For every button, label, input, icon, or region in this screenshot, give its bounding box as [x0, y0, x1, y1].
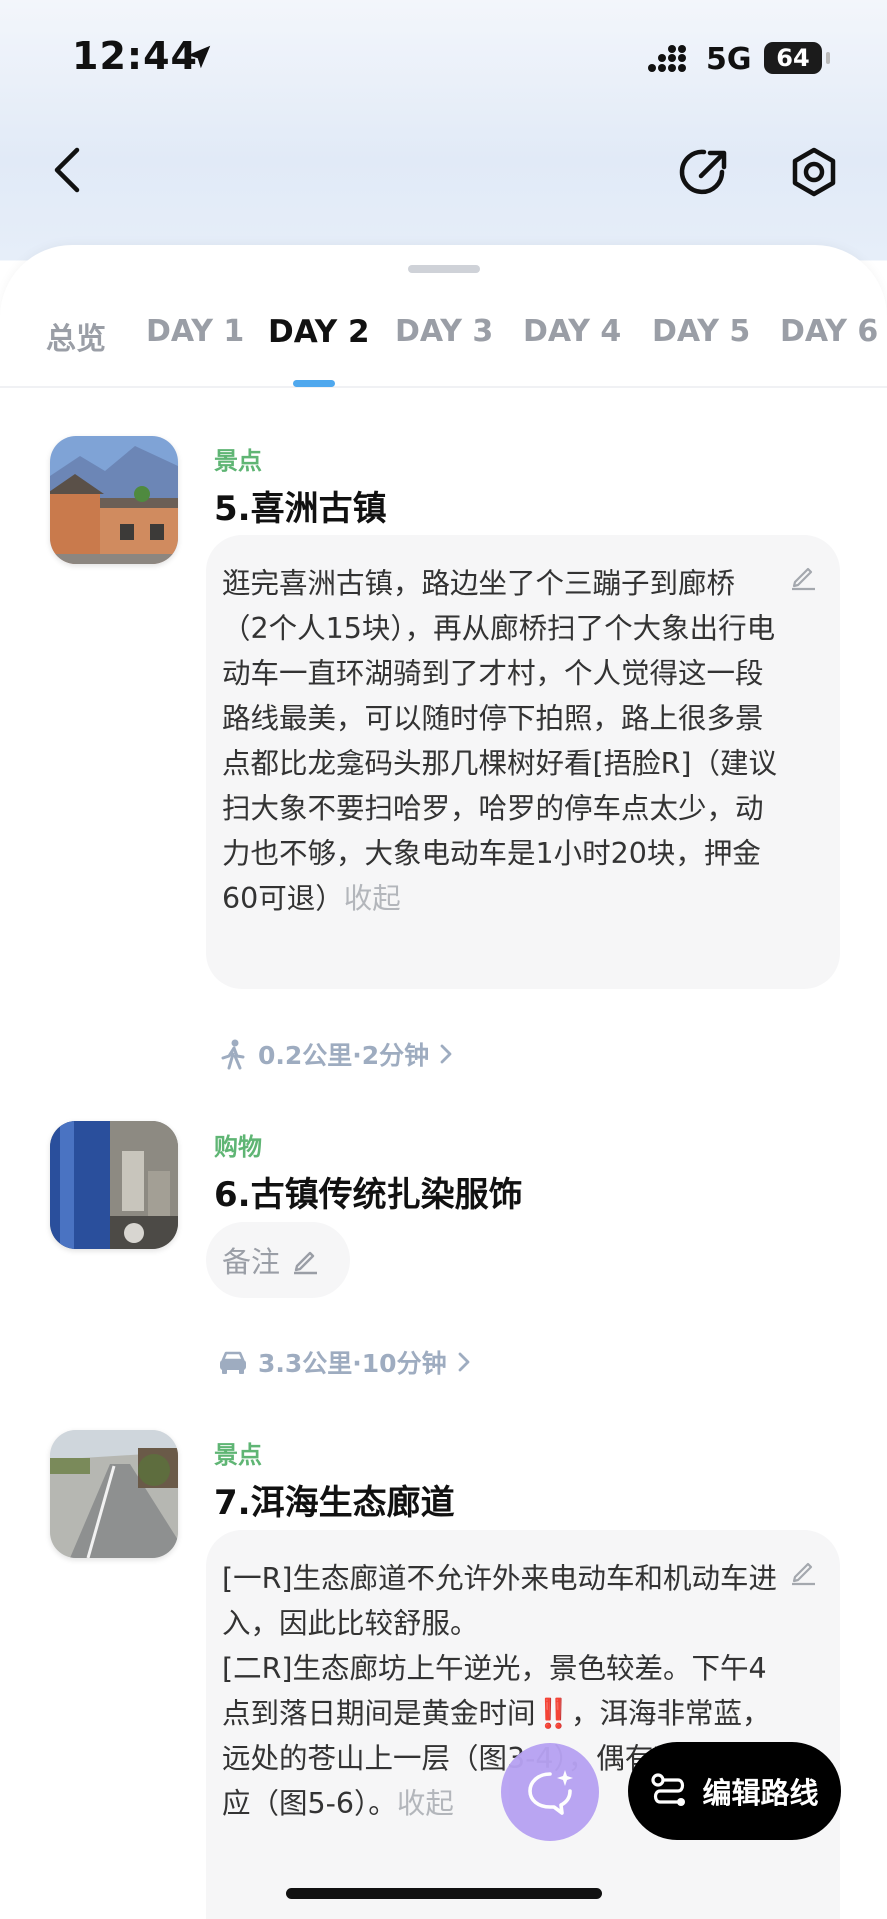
- remark-button[interactable]: 备注: [206, 1222, 350, 1298]
- pencil-icon[interactable]: [788, 561, 818, 591]
- travel-segment[interactable]: 0.2公里·2分钟: [218, 1036, 453, 1072]
- tab-overview[interactable]: 总览: [46, 314, 106, 358]
- remark-label: 备注: [222, 1245, 281, 1279]
- poi-photo-corridor: [50, 1430, 178, 1558]
- network-type: 5G: [706, 42, 752, 77]
- tab-day-2[interactable]: DAY 2: [268, 314, 370, 350]
- collapse-link[interactable]: 收起: [344, 882, 401, 915]
- gear-icon: [792, 147, 836, 197]
- note-body: 逛完喜洲古镇，路边坐了个三蹦子到廊桥（2个人15块），再从廊桥扫了个大象出行电动…: [222, 567, 778, 915]
- car-icon: [220, 1351, 246, 1374]
- sheet-grabber[interactable]: [408, 265, 480, 273]
- chat-sparkle-icon: [528, 1770, 573, 1815]
- chevron-right-icon: [458, 1352, 469, 1372]
- route-icon: [651, 1773, 686, 1806]
- note-card[interactable]: [一R]生态廊道不允许外来电动车和机动车进入，因此比较舒服。 [二R]生态廊坊上…: [206, 1530, 840, 1919]
- share-button[interactable]: [674, 142, 734, 202]
- home-indicator: [286, 1888, 602, 1899]
- poi-category: 景点: [214, 447, 262, 475]
- status-bar: 12:44 5G 64: [0, 0, 887, 110]
- back-button[interactable]: [42, 140, 92, 200]
- ai-assistant-button[interactable]: [501, 1743, 599, 1841]
- note-card[interactable]: 逛完喜洲古镇，路边坐了个三蹦子到廊桥（2个人15块），再从廊桥扫了个大象出行电动…: [206, 535, 840, 989]
- location-arrow-icon: [187, 45, 211, 69]
- active-tab-indicator: [293, 380, 335, 387]
- edit-route-button[interactable]: 编辑路线: [628, 1742, 841, 1840]
- poi-photo-xizhou: [50, 436, 178, 564]
- poi-title[interactable]: 5.喜洲古镇: [214, 481, 387, 530]
- poi-category: 景点: [214, 1441, 262, 1469]
- edit-route-label: 编辑路线: [702, 1776, 819, 1810]
- collapse-link[interactable]: 收起: [397, 1787, 454, 1820]
- poi-photo-tiedye: [50, 1121, 178, 1249]
- poi-thumbnail[interactable]: [50, 436, 178, 564]
- tab-day-3[interactable]: DAY 3: [395, 314, 493, 349]
- poi-category: 购物: [214, 1133, 262, 1161]
- battery-cap: [826, 52, 830, 64]
- poi-title[interactable]: 7.洱海生态廊道: [214, 1475, 455, 1524]
- travel-distance-time: 3.3公里·10分钟: [258, 1349, 447, 1378]
- chevron-right-icon: [440, 1044, 452, 1064]
- walk-icon: [221, 1039, 245, 1070]
- travel-distance-time: 0.2公里·2分钟: [258, 1041, 430, 1070]
- battery-level: 64: [764, 42, 822, 74]
- note-text: 逛完喜洲古镇，路边坐了个三蹦子到廊桥（2个人15块），再从廊桥扫了个大象出行电动…: [222, 561, 778, 921]
- tab-day-6[interactable]: DAY 6: [780, 314, 878, 349]
- signal-icon: [648, 45, 686, 72]
- tab-day-5[interactable]: DAY 5: [652, 314, 750, 349]
- pencil-icon[interactable]: [788, 1556, 818, 1586]
- tab-day-4[interactable]: DAY 4: [523, 314, 621, 349]
- pencil-icon: [294, 1251, 318, 1275]
- chevron-left-icon: [54, 147, 80, 193]
- poi-thumbnail[interactable]: [50, 1121, 178, 1249]
- day-tabs: 总览 DAY 1 DAY 2 DAY 3 DAY 4 DAY 5 DAY 6: [0, 300, 887, 388]
- share-icon: [679, 149, 727, 195]
- settings-button[interactable]: [784, 142, 844, 202]
- poi-thumbnail[interactable]: [50, 1430, 178, 1558]
- tab-day-1[interactable]: DAY 1: [146, 314, 244, 349]
- poi-title[interactable]: 6.古镇传统扎染服饰: [214, 1167, 523, 1216]
- travel-segment[interactable]: 3.3公里·10分钟: [218, 1344, 471, 1380]
- note-line: [一R]生态廊道不允许外来电动车和机动车进入，因此比较舒服。: [222, 1562, 778, 1640]
- status-time: 12:44: [72, 34, 198, 78]
